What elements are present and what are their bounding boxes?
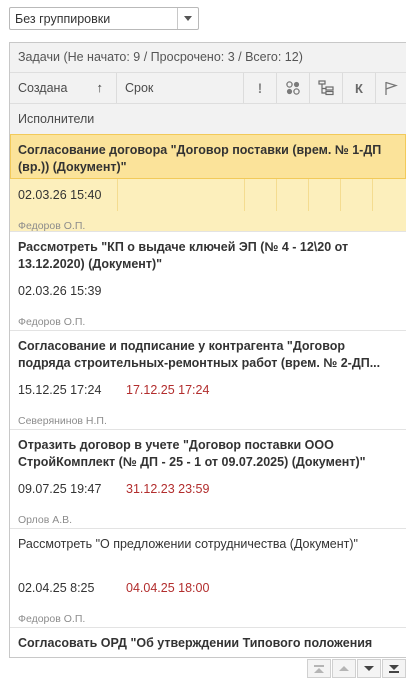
scroll-top-icon [314, 664, 324, 673]
column-hierarchy[interactable] [310, 73, 343, 103]
task-dates: 09.07.25 19:47 31.12.23 23:59 [10, 473, 406, 505]
task-dates: 15.12.25 17:24 17.12.25 17:24 [10, 374, 406, 406]
task-row[interactable]: Рассмотреть "КП о выдаче ключей ЭП (№ 4 … [10, 232, 406, 331]
grid-divider [244, 179, 245, 211]
column-flag[interactable] [376, 73, 406, 103]
column-executors[interactable]: Исполнители [10, 104, 406, 135]
column-header: Создана ↑ Срок ! К [10, 73, 406, 104]
task-row[interactable]: Согласование договора "Договор поставки … [10, 134, 406, 232]
grouping-value: Без группировки [15, 12, 111, 26]
grouping-select[interactable]: Без группировки [9, 7, 199, 30]
task-dates: 02.03.26 15:40 [10, 179, 406, 211]
column-deadline[interactable]: Срок [117, 73, 244, 103]
column-deadline-label: Срок [125, 81, 154, 95]
task-created: 02.03.26 15:39 [18, 284, 102, 298]
sort-arrow-icon: ↑ [96, 80, 104, 95]
task-title: Рассмотреть "КП о выдаче ключей ЭП (№ 4 … [18, 240, 349, 271]
scroll-up-icon [339, 666, 349, 671]
grid-divider [340, 179, 341, 211]
scroll-bottom-button[interactable] [382, 659, 406, 678]
task-created: 15.12.25 17:24 [18, 383, 102, 397]
task-dates: 02.03.26 15:39 [10, 275, 406, 307]
task-deadline: 04.04.25 18:00 [126, 581, 210, 595]
task-title: Согласовать ОРД "Об утверждении Типового… [18, 636, 373, 650]
task-title: Отразить договор в учете "Договор постав… [18, 438, 366, 469]
chevron-down-icon[interactable] [177, 8, 198, 29]
importance-icon: ! [257, 80, 263, 96]
scroll-top-button[interactable] [307, 659, 331, 678]
tasks-summary: Задачи (Не начато: 9 / Просрочено: 3 / В… [10, 43, 406, 73]
task-row[interactable]: Отразить договор в учете "Договор постав… [10, 430, 406, 529]
scroll-controls [306, 659, 406, 680]
hierarchy-icon [318, 80, 334, 96]
scroll-bottom-icon [389, 664, 399, 673]
task-title: Согласование и подписание у контрагента … [18, 339, 381, 370]
task-row[interactable]: Рассмотреть "О предложении сотрудничеств… [10, 529, 406, 628]
task-title: Согласование договора "Договор поставки … [10, 134, 406, 179]
task-created: 09.07.25 19:47 [18, 482, 102, 496]
column-status[interactable] [277, 73, 310, 103]
task-deadline: 31.12.23 23:59 [126, 482, 210, 496]
column-created[interactable]: Создана ↑ [10, 73, 117, 103]
task-deadline: 17.12.25 17:24 [126, 383, 210, 397]
task-title: Рассмотреть "О предложении сотрудничеств… [18, 537, 358, 551]
grid-divider [117, 179, 118, 211]
task-created: 02.03.26 15:40 [18, 188, 102, 202]
scroll-down-icon [364, 666, 374, 671]
task-dates: 02.04.25 8:25 04.04.25 18:00 [10, 572, 406, 604]
flag-icon [385, 81, 398, 95]
task-row[interactable]: Согласование и подписание у контрагента … [10, 331, 406, 430]
task-row[interactable]: Согласовать ОРД "Об утверждении Типового… [10, 628, 406, 657]
control-icon: К [355, 80, 363, 96]
column-created-label: Создана [18, 81, 68, 95]
grid-divider [276, 179, 277, 211]
scroll-up-button[interactable] [332, 659, 356, 678]
task-created: 02.04.25 8:25 [18, 581, 95, 595]
status-icon [286, 81, 300, 95]
grid-divider [308, 179, 309, 211]
scroll-down-button[interactable] [357, 659, 381, 678]
tasks-list: Задачи (Не начато: 9 / Просрочено: 3 / В… [9, 42, 406, 658]
grid-divider [372, 179, 373, 211]
column-importance[interactable]: ! [244, 73, 277, 103]
column-control[interactable]: К [343, 73, 376, 103]
